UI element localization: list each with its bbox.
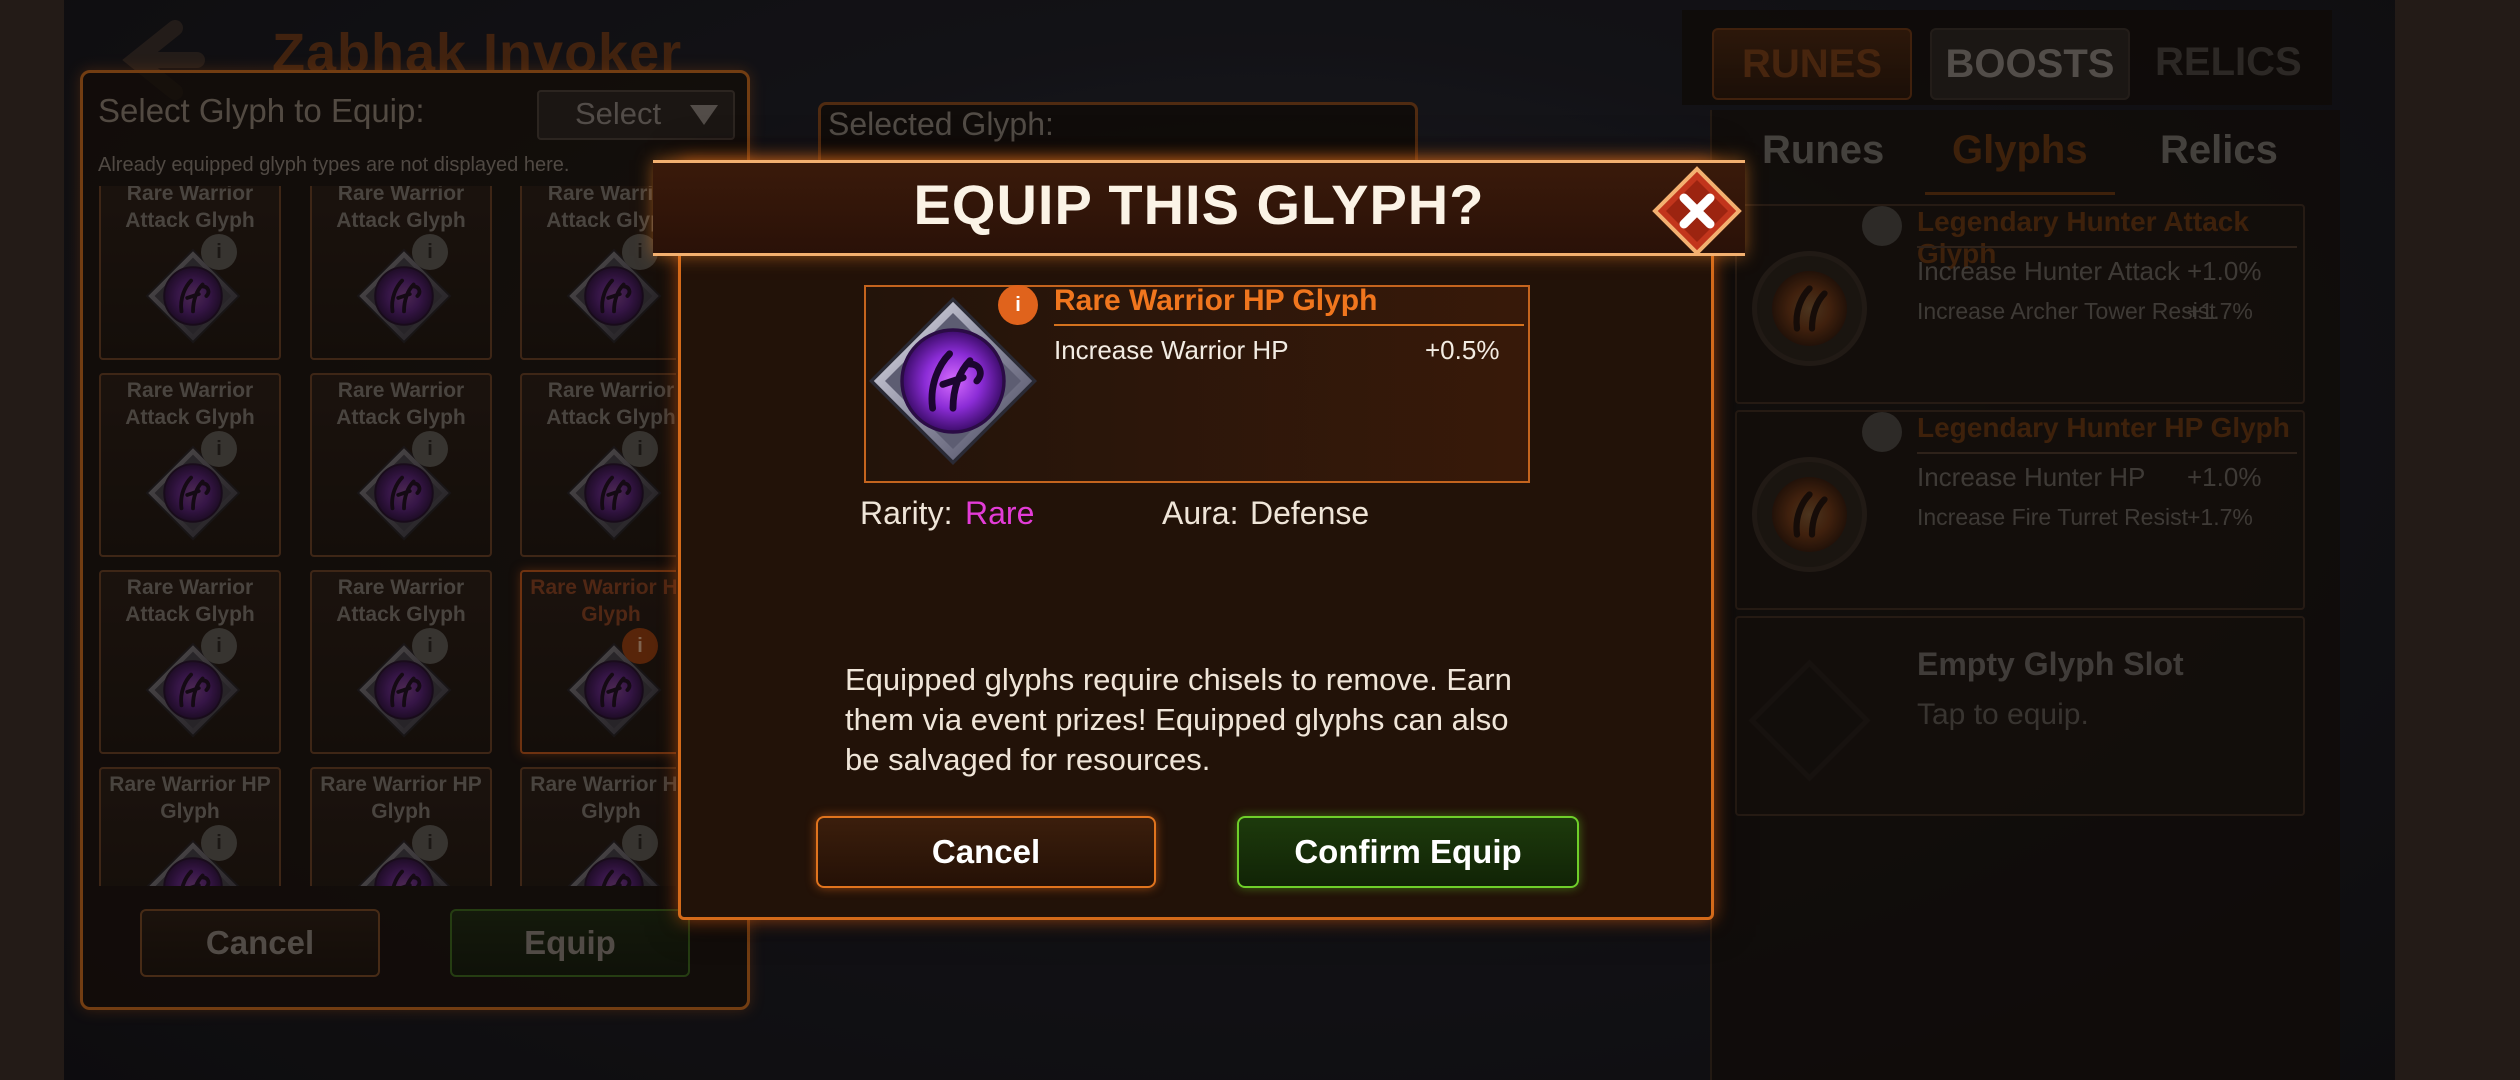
cancel-button[interactable]: Cancel [816, 816, 1156, 888]
divider [1054, 324, 1524, 326]
close-icon[interactable] [1652, 166, 1742, 256]
modal-title: EQUIP THIS GLYPH? [913, 173, 1485, 236]
confirm-equip-button[interactable]: Confirm Equip [1237, 816, 1579, 888]
letterbox-right [2395, 0, 2520, 1080]
glyph-stat-value: +0.5% [1425, 335, 1500, 365]
rarity-value: Rare [965, 495, 1035, 531]
equip-glyph-modal [678, 160, 1714, 920]
aura-value: Defense [1250, 495, 1370, 531]
rarity-label: Rarity: [860, 495, 953, 531]
glyph-name: Rare Warrior HP Glyph [1054, 284, 1378, 317]
aura-label: Aura: [1162, 495, 1239, 531]
letterbox-left [0, 0, 64, 1080]
equip-notice: Equipped glyphs require chisels to remov… [845, 662, 1512, 777]
glyph-stat-name: Increase Warrior HP [1054, 335, 1289, 365]
info-icon[interactable]: i [998, 285, 1038, 325]
